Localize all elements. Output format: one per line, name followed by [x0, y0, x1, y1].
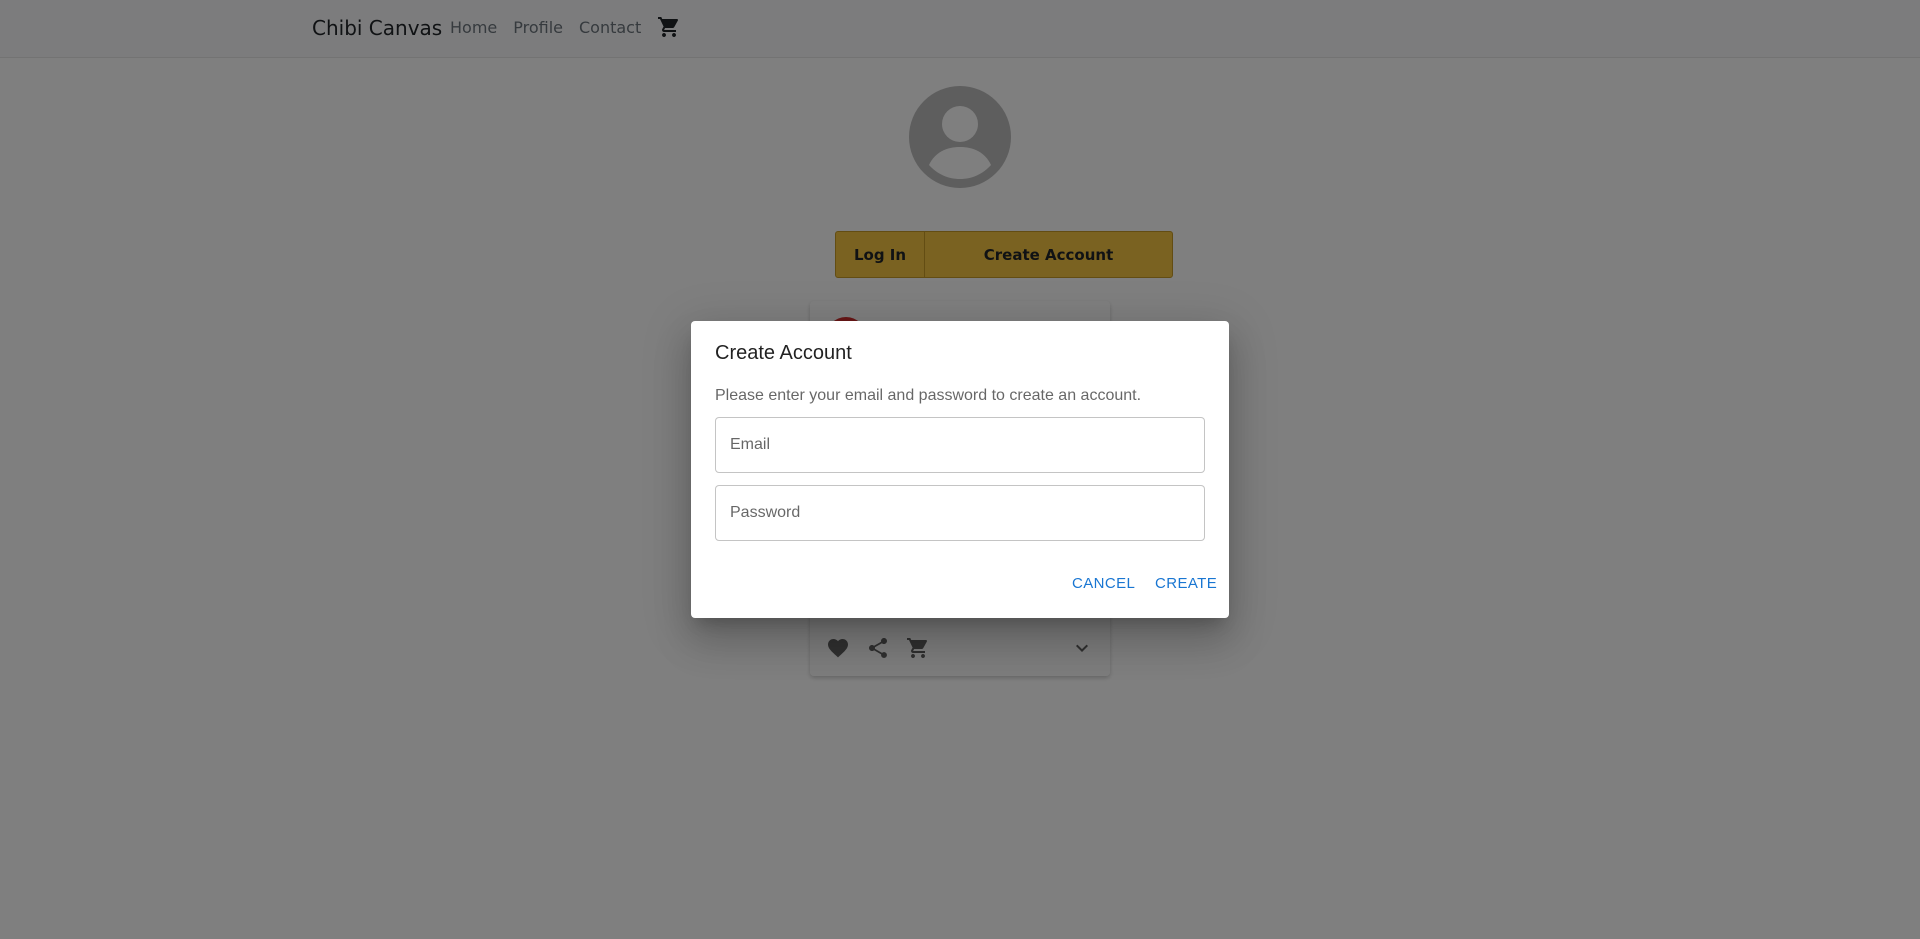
- cancel-button[interactable]: CANCEL: [1064, 565, 1143, 601]
- dialog-title: Create Account: [715, 342, 852, 364]
- page: Chibi Canvas Home Profile Contact Log In…: [0, 0, 1920, 939]
- create-account-dialog: Create Account Please enter your email a…: [691, 321, 1229, 618]
- password-input[interactable]: [716, 486, 1204, 540]
- email-field: [715, 417, 1205, 473]
- password-field: [715, 485, 1205, 541]
- dialog-description: Please enter your email and password to …: [715, 387, 1142, 404]
- email-input[interactable]: [716, 418, 1204, 472]
- create-button[interactable]: CREATE: [1147, 565, 1225, 601]
